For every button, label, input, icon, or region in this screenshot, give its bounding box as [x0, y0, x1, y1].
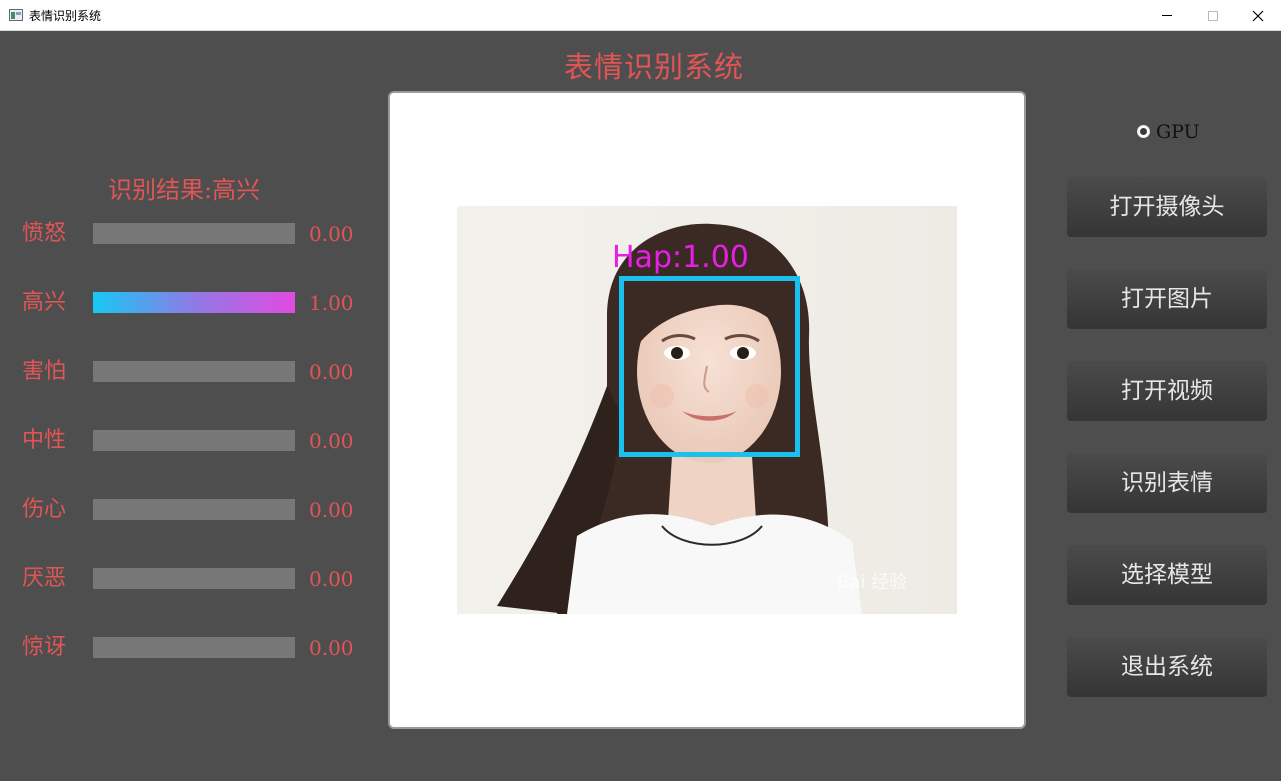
emotion-bar — [93, 430, 295, 451]
emotion-name: 害怕 — [22, 359, 67, 384]
close-icon — [1252, 10, 1264, 21]
emotion-name: 惊讶 — [22, 635, 67, 660]
emotion-bar — [93, 568, 295, 589]
maximize-button[interactable] — [1190, 0, 1236, 31]
emotion-value: 0.00 — [309, 498, 354, 522]
app-heading: 表情识别系统 — [563, 50, 744, 84]
emotion-row-surprise: 惊讶 0.00 — [22, 633, 372, 663]
minimize-icon — [1162, 15, 1172, 16]
emotion-row-fear: 害怕 0.00 — [22, 357, 372, 387]
face-detection-label: Hap:1.00 — [612, 240, 749, 275]
face-detection-box — [619, 276, 800, 457]
app-icon — [9, 9, 23, 21]
emotion-value: 0.00 — [309, 222, 354, 246]
emotion-value: 0.00 — [309, 360, 354, 384]
emotion-bar — [93, 499, 295, 520]
emotion-row-anger: 愤怒 0.00 — [22, 219, 372, 249]
emotion-name: 高兴 — [22, 290, 67, 315]
emotion-bar — [93, 223, 295, 244]
close-button[interactable] — [1235, 0, 1281, 31]
emotion-value: 0.00 — [309, 567, 354, 591]
recognition-result-label: 识别结果:高兴 — [108, 176, 261, 204]
emotion-value: 1.00 — [309, 291, 354, 315]
open-image-button[interactable]: 打开图片 — [1067, 269, 1267, 329]
emotion-bar — [93, 292, 295, 313]
minimize-button[interactable] — [1144, 0, 1190, 31]
open-video-button[interactable]: 打开视频 — [1067, 361, 1267, 421]
window-titlebar: 表情识别系统 — [0, 0, 1281, 31]
emotion-row-happy: 高兴 1.00 — [22, 288, 372, 318]
emotion-name: 中性 — [22, 428, 67, 453]
photo-watermark: Bai 经验 — [837, 572, 907, 593]
emotion-name: 厌恶 — [22, 566, 67, 591]
window-title: 表情识别系统 — [29, 9, 102, 23]
emotion-bar — [93, 637, 295, 658]
exit-system-button[interactable]: 退出系统 — [1067, 637, 1267, 697]
gpu-label[interactable]: GPU — [1156, 119, 1200, 145]
select-model-button[interactable]: 选择模型 — [1067, 545, 1267, 605]
recognize-expression-button[interactable]: 识别表情 — [1067, 453, 1267, 513]
emotion-bar-fill — [93, 292, 295, 313]
emotion-name: 愤怒 — [22, 221, 67, 246]
emotion-row-sad: 伤心 0.00 — [22, 495, 372, 525]
open-camera-button[interactable]: 打开摄像头 — [1067, 177, 1267, 237]
emotion-row-neutral: 中性 0.00 — [22, 426, 372, 456]
emotion-value: 0.00 — [309, 636, 354, 660]
maximize-icon — [1208, 10, 1218, 21]
gpu-radio-button[interactable] — [1137, 125, 1150, 138]
emotion-value: 0.00 — [309, 429, 354, 453]
emotion-row-disgust: 厌恶 0.00 — [22, 564, 372, 594]
emotion-name: 伤心 — [22, 497, 67, 522]
emotion-bar — [93, 361, 295, 382]
